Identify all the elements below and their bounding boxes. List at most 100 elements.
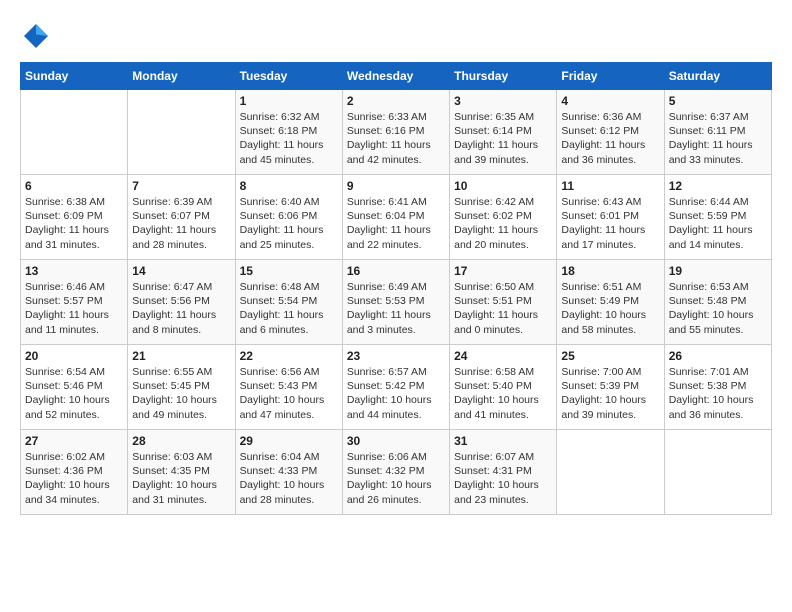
calendar-cell: 23 Sunrise: 6:57 AMSunset: 5:42 PMDayligh…: [342, 345, 449, 430]
weekday-header-row: SundayMondayTuesdayWednesdayThursdayFrid…: [21, 63, 772, 90]
calendar-cell: 8 Sunrise: 6:40 AMSunset: 6:06 PMDaylight…: [235, 175, 342, 260]
calendar-cell: 14 Sunrise: 6:47 AMSunset: 5:56 PMDayligh…: [128, 260, 235, 345]
day-number: 15: [240, 264, 338, 278]
day-info: Sunrise: 6:57 AMSunset: 5:42 PMDaylight:…: [347, 365, 445, 422]
day-number: 25: [561, 349, 659, 363]
calendar-cell: 20 Sunrise: 6:54 AMSunset: 5:46 PMDayligh…: [21, 345, 128, 430]
day-info: Sunrise: 6:06 AMSunset: 4:32 PMDaylight:…: [347, 450, 445, 507]
day-number: 10: [454, 179, 552, 193]
day-info: Sunrise: 6:33 AMSunset: 6:16 PMDaylight:…: [347, 110, 445, 167]
day-number: 16: [347, 264, 445, 278]
calendar-cell: 18 Sunrise: 6:51 AMSunset: 5:49 PMDayligh…: [557, 260, 664, 345]
calendar-cell: 10 Sunrise: 6:42 AMSunset: 6:02 PMDayligh…: [450, 175, 557, 260]
day-info: Sunrise: 6:46 AMSunset: 5:57 PMDaylight:…: [25, 280, 123, 337]
day-info: Sunrise: 6:44 AMSunset: 5:59 PMDaylight:…: [669, 195, 767, 252]
day-info: Sunrise: 6:41 AMSunset: 6:04 PMDaylight:…: [347, 195, 445, 252]
calendar-cell: 7 Sunrise: 6:39 AMSunset: 6:07 PMDaylight…: [128, 175, 235, 260]
day-info: Sunrise: 6:43 AMSunset: 6:01 PMDaylight:…: [561, 195, 659, 252]
weekday-header-sunday: Sunday: [21, 63, 128, 90]
day-info: Sunrise: 6:53 AMSunset: 5:48 PMDaylight:…: [669, 280, 767, 337]
calendar-cell: 19Sunrise: 6:53 AMSunset: 5:48 PMDayligh…: [664, 260, 771, 345]
weekday-header-saturday: Saturday: [664, 63, 771, 90]
calendar-cell: [557, 430, 664, 515]
calendar-week-4: 20 Sunrise: 6:54 AMSunset: 5:46 PMDayligh…: [21, 345, 772, 430]
calendar-cell: 1 Sunrise: 6:32 AMSunset: 6:18 PMDaylight…: [235, 90, 342, 175]
day-info: Sunrise: 6:51 AMSunset: 5:49 PMDaylight:…: [561, 280, 659, 337]
calendar-week-3: 13Sunrise: 6:46 AMSunset: 5:57 PMDayligh…: [21, 260, 772, 345]
day-number: 20: [25, 349, 123, 363]
calendar-week-5: 27 Sunrise: 6:02 AMSunset: 4:36 PMDayligh…: [21, 430, 772, 515]
day-number: 30: [347, 434, 445, 448]
calendar-cell: 4 Sunrise: 6:36 AMSunset: 6:12 PMDaylight…: [557, 90, 664, 175]
day-info: Sunrise: 6:32 AMSunset: 6:18 PMDaylight:…: [240, 110, 338, 167]
day-number: 21: [132, 349, 230, 363]
day-number: 3: [454, 94, 552, 108]
calendar-cell: 31Sunrise: 6:07 AMSunset: 4:31 PMDayligh…: [450, 430, 557, 515]
day-info: Sunrise: 6:02 AMSunset: 4:36 PMDaylight:…: [25, 450, 123, 507]
day-info: Sunrise: 6:39 AMSunset: 6:07 PMDaylight:…: [132, 195, 230, 252]
calendar-cell: 27 Sunrise: 6:02 AMSunset: 4:36 PMDayligh…: [21, 430, 128, 515]
day-number: 2: [347, 94, 445, 108]
calendar-week-1: 1 Sunrise: 6:32 AMSunset: 6:18 PMDaylight…: [21, 90, 772, 175]
calendar-header: SundayMondayTuesdayWednesdayThursdayFrid…: [21, 63, 772, 90]
day-info: Sunrise: 7:01 AMSunset: 5:38 PMDaylight:…: [669, 365, 767, 422]
day-number: 6: [25, 179, 123, 193]
day-number: 17: [454, 264, 552, 278]
calendar-cell: 29 Sunrise: 6:04 AMSunset: 4:33 PMDayligh…: [235, 430, 342, 515]
calendar-body: 1 Sunrise: 6:32 AMSunset: 6:18 PMDaylight…: [21, 90, 772, 515]
day-number: 11: [561, 179, 659, 193]
calendar-cell: 25 Sunrise: 7:00 AMSunset: 5:39 PMDayligh…: [557, 345, 664, 430]
calendar-cell: 28 Sunrise: 6:03 AMSunset: 4:35 PMDayligh…: [128, 430, 235, 515]
day-number: 14: [132, 264, 230, 278]
day-number: 18: [561, 264, 659, 278]
day-info: Sunrise: 6:35 AMSunset: 6:14 PMDaylight:…: [454, 110, 552, 167]
day-info: Sunrise: 6:47 AMSunset: 5:56 PMDaylight:…: [132, 280, 230, 337]
calendar-cell: 6 Sunrise: 6:38 AMSunset: 6:09 PMDaylight…: [21, 175, 128, 260]
calendar-cell: 21 Sunrise: 6:55 AMSunset: 5:45 PMDayligh…: [128, 345, 235, 430]
day-info: Sunrise: 6:49 AMSunset: 5:53 PMDaylight:…: [347, 280, 445, 337]
calendar-cell: 5Sunrise: 6:37 AMSunset: 6:11 PMDaylight…: [664, 90, 771, 175]
calendar-cell: 22Sunrise: 6:56 AMSunset: 5:43 PMDayligh…: [235, 345, 342, 430]
day-number: 1: [240, 94, 338, 108]
calendar-cell: 9 Sunrise: 6:41 AMSunset: 6:04 PMDaylight…: [342, 175, 449, 260]
day-info: Sunrise: 6:50 AMSunset: 5:51 PMDaylight:…: [454, 280, 552, 337]
calendar-cell: 24Sunrise: 6:58 AMSunset: 5:40 PMDayligh…: [450, 345, 557, 430]
day-info: Sunrise: 7:00 AMSunset: 5:39 PMDaylight:…: [561, 365, 659, 422]
page-header: [20, 20, 772, 52]
day-number: 12: [669, 179, 767, 193]
calendar-cell: 15 Sunrise: 6:48 AMSunset: 5:54 PMDayligh…: [235, 260, 342, 345]
day-info: Sunrise: 6:36 AMSunset: 6:12 PMDaylight:…: [561, 110, 659, 167]
weekday-header-wednesday: Wednesday: [342, 63, 449, 90]
day-info: Sunrise: 6:38 AMSunset: 6:09 PMDaylight:…: [25, 195, 123, 252]
calendar-cell: [128, 90, 235, 175]
calendar-cell: 16 Sunrise: 6:49 AMSunset: 5:53 PMDayligh…: [342, 260, 449, 345]
calendar-cell: 13Sunrise: 6:46 AMSunset: 5:57 PMDayligh…: [21, 260, 128, 345]
calendar-cell: 3 Sunrise: 6:35 AMSunset: 6:14 PMDaylight…: [450, 90, 557, 175]
day-number: 5: [669, 94, 767, 108]
calendar-cell: 30 Sunrise: 6:06 AMSunset: 4:32 PMDayligh…: [342, 430, 449, 515]
day-info: Sunrise: 6:55 AMSunset: 5:45 PMDaylight:…: [132, 365, 230, 422]
day-number: 23: [347, 349, 445, 363]
calendar-table: SundayMondayTuesdayWednesdayThursdayFrid…: [20, 62, 772, 515]
day-number: 4: [561, 94, 659, 108]
weekday-header-thursday: Thursday: [450, 63, 557, 90]
day-info: Sunrise: 6:40 AMSunset: 6:06 PMDaylight:…: [240, 195, 338, 252]
day-info: Sunrise: 6:07 AMSunset: 4:31 PMDaylight:…: [454, 450, 552, 507]
day-number: 27: [25, 434, 123, 448]
day-number: 9: [347, 179, 445, 193]
day-info: Sunrise: 6:48 AMSunset: 5:54 PMDaylight:…: [240, 280, 338, 337]
calendar-cell: 17 Sunrise: 6:50 AMSunset: 5:51 PMDayligh…: [450, 260, 557, 345]
day-info: Sunrise: 6:42 AMSunset: 6:02 PMDaylight:…: [454, 195, 552, 252]
logo-icon: [20, 20, 52, 52]
day-number: 29: [240, 434, 338, 448]
logo: [20, 20, 56, 52]
day-info: Sunrise: 6:03 AMSunset: 4:35 PMDaylight:…: [132, 450, 230, 507]
day-number: 8: [240, 179, 338, 193]
day-number: 28: [132, 434, 230, 448]
day-info: Sunrise: 6:58 AMSunset: 5:40 PMDaylight:…: [454, 365, 552, 422]
day-info: Sunrise: 6:54 AMSunset: 5:46 PMDaylight:…: [25, 365, 123, 422]
calendar-cell: 12 Sunrise: 6:44 AMSunset: 5:59 PMDayligh…: [664, 175, 771, 260]
calendar-week-2: 6 Sunrise: 6:38 AMSunset: 6:09 PMDaylight…: [21, 175, 772, 260]
day-info: Sunrise: 6:04 AMSunset: 4:33 PMDaylight:…: [240, 450, 338, 507]
day-number: 7: [132, 179, 230, 193]
